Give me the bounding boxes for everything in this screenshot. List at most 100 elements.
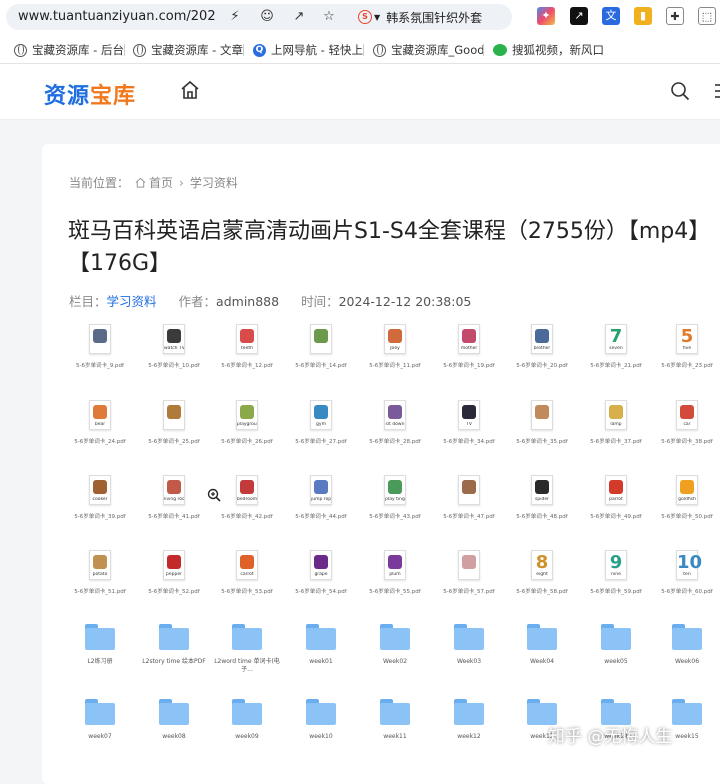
file-item[interactable]: goldfish 5-6岁单词卡_50.pdf xyxy=(650,475,720,521)
bookmarks-bar: 宝藏资源库 - 后台 宝藏资源库 - 文章 Q 上网导航 - 轻快上 宝藏资源库_… xyxy=(0,34,720,64)
folder-name: week07 xyxy=(88,733,112,740)
file-name: 5-6岁单词卡_20.pdf xyxy=(516,363,568,369)
folder-item[interactable]: week12 xyxy=(432,699,506,741)
file-item[interactable]: teeth 5-6岁单词卡_12.pdf xyxy=(210,324,284,370)
file-name: 5-6岁单词卡_27.pdf xyxy=(295,439,347,445)
folder-item[interactable]: Week06 xyxy=(650,624,720,666)
file-item[interactable]: parrot 5-6岁单词卡_49.pdf xyxy=(579,475,653,521)
file-item[interactable]: 7 seven 5-6岁单词卡_21.pdf xyxy=(579,324,653,370)
file-item[interactable]: 5-6岁单词卡_9.pdf xyxy=(63,324,137,370)
file-item[interactable]: 5-6岁单词卡_25.pdf xyxy=(137,400,211,446)
wechat-icon xyxy=(493,44,507,56)
folder-item[interactable]: week01 xyxy=(284,624,358,666)
browser-toolbar: www.tuantuanziyuan.com/202 ⚡ ☺ ↗ ☆ S ▼ 韩… xyxy=(0,0,720,34)
file-item[interactable]: bedroom 5-6岁单词卡_42.pdf xyxy=(210,475,284,521)
file-item[interactable]: mother 5-6岁单词卡_19.pdf xyxy=(432,324,506,370)
search-icon[interactable] xyxy=(670,81,690,101)
file-item[interactable]: plum 5-6岁单词卡_55.pdf xyxy=(358,550,432,596)
thumbnail-caption: parrot xyxy=(609,497,623,502)
bookmark-item[interactable]: Q 上网导航 - 轻快上 xyxy=(253,42,363,58)
time-label: 时间： xyxy=(301,294,339,309)
home-icon[interactable] xyxy=(180,80,200,100)
globe-icon xyxy=(14,43,27,57)
folder-item[interactable]: L2练习册 xyxy=(63,624,137,666)
folder-item[interactable]: week09 xyxy=(210,699,284,741)
site-logo[interactable]: 资源宝库 xyxy=(44,78,136,110)
translate-extension-icon[interactable]: 文 xyxy=(602,7,620,25)
thumbnail-picture xyxy=(314,555,328,569)
folder-item[interactable]: week10 xyxy=(284,699,358,741)
url-text[interactable]: www.tuantuanziyuan.com/202 xyxy=(18,9,218,24)
folder-item[interactable]: week07 xyxy=(63,699,137,741)
file-name: 5-6岁单词卡_35.pdf xyxy=(516,439,568,445)
folder-icon xyxy=(232,624,262,650)
folder-name: week08 xyxy=(162,733,186,740)
puzzle-extension-icon[interactable]: ✚ xyxy=(666,7,684,25)
thumbnail-caption: potato xyxy=(92,572,108,577)
file-item[interactable]: Joey 5-6岁单词卡_11.pdf xyxy=(358,324,432,370)
pdf-thumbnail xyxy=(89,324,111,354)
file-item[interactable]: brother 5-6岁单词卡_20.pdf xyxy=(505,324,579,370)
home-icon xyxy=(135,177,146,188)
download-extension-icon[interactable]: ⬚ xyxy=(698,7,716,25)
smiley-icon[interactable]: ☺ xyxy=(258,8,276,26)
file-item[interactable]: 5-6岁单词卡_14.pdf xyxy=(284,324,358,370)
file-item[interactable]: cooker 5-6岁单词卡_39.pdf xyxy=(63,475,137,521)
folder-icon xyxy=(159,699,189,725)
file-item[interactable]: 8 eight 5-6岁单词卡_58.pdf xyxy=(505,550,579,596)
star-icon[interactable]: ☆ xyxy=(320,8,338,26)
file-item[interactable]: 5-6岁单词卡_57.pdf xyxy=(432,550,506,596)
file-item[interactable]: gym 5-6岁单词卡_27.pdf xyxy=(284,400,358,446)
bookmark-item[interactable]: 搜狐视频，新风口 xyxy=(493,42,604,58)
file-item[interactable]: TV 5-6岁单词卡_34.pdf xyxy=(432,400,506,446)
file-item[interactable]: pepper 5-6岁单词卡_52.pdf xyxy=(137,550,211,596)
file-name: 5-6岁单词卡_50.pdf xyxy=(661,514,713,520)
file-item[interactable]: 5-6岁单词卡_47.pdf xyxy=(432,475,506,521)
file-name: 5-6岁单词卡_12.pdf xyxy=(221,363,273,369)
file-item[interactable]: 10 ten 5-6岁单词卡_60.pdf xyxy=(650,550,720,596)
menu-icon[interactable] xyxy=(712,81,720,101)
breadcrumb-prefix: 当前位置： xyxy=(69,176,130,190)
bookmark-item[interactable]: 宝藏资源库_Good xyxy=(373,42,485,58)
share-icon[interactable]: ↗ xyxy=(290,8,308,26)
bookmark-item[interactable]: 宝藏资源库 - 后台 xyxy=(14,42,124,58)
category-link[interactable]: 学习资料 xyxy=(107,294,157,309)
folder-item[interactable]: L2story time 绘本PDF xyxy=(137,624,211,666)
bookmark-item[interactable]: 宝藏资源库 - 文章 xyxy=(133,42,243,58)
folder-item[interactable]: Week04 xyxy=(505,624,579,666)
search-suggestion[interactable]: S ▼ 韩系氛围针织外套 xyxy=(358,7,482,27)
file-item[interactable]: play ting 5-6岁单词卡_43.pdf xyxy=(358,475,432,521)
folder-item[interactable]: week05 xyxy=(579,624,653,666)
folder-item[interactable]: week08 xyxy=(137,699,211,741)
publish-time: 2024-12-12 20:38:05 xyxy=(338,294,472,309)
pdf-thumbnail: brother xyxy=(531,324,553,354)
folder-name: L2练习册 xyxy=(87,658,113,665)
file-item[interactable]: carrot 5-6岁单词卡_53.pdf xyxy=(210,550,284,596)
folder-item[interactable]: week11 xyxy=(358,699,432,741)
file-item[interactable]: playground 5-6岁单词卡_26.pdf xyxy=(210,400,284,446)
file-item[interactable]: grape 5-6岁单词卡_54.pdf xyxy=(284,550,358,596)
file-item[interactable]: 5 five 5-6岁单词卡_23.pdf xyxy=(650,324,720,370)
file-item[interactable]: lamp 5-6岁单词卡_37.pdf xyxy=(579,400,653,446)
folder-item[interactable]: L2word time 单词卡(电子... xyxy=(210,624,284,674)
file-item[interactable]: bear 5-6岁单词卡_24.pdf xyxy=(63,400,137,446)
ai-extension-icon[interactable]: ✦ xyxy=(537,7,555,25)
chart-extension-icon[interactable]: ↗ xyxy=(570,7,588,25)
file-item[interactable]: sit down 5-6岁单词卡_28.pdf xyxy=(358,400,432,446)
lightning-icon[interactable]: ⚡ xyxy=(226,8,244,26)
file-item[interactable]: watch TV 5-6岁单词卡_10.pdf xyxy=(137,324,211,370)
folder-item[interactable]: Week03 xyxy=(432,624,506,666)
address-bar[interactable]: www.tuantuanziyuan.com/202 ⚡ ☺ ↗ ☆ S ▼ 韩… xyxy=(6,4,512,30)
file-item[interactable]: living room 5-6岁单词卡_41.pdf xyxy=(137,475,211,521)
file-item[interactable]: potato 5-6岁单词卡_51.pdf xyxy=(63,550,137,596)
file-item[interactable]: car 5-6岁单词卡_38.pdf xyxy=(650,400,720,446)
pdf-thumbnail: cooker xyxy=(89,475,111,505)
file-item[interactable]: 5-6岁单词卡_35.pdf xyxy=(505,400,579,446)
breadcrumb-home[interactable]: 首页 xyxy=(149,174,173,191)
folder-extension-icon[interactable]: ▮ xyxy=(634,7,652,25)
file-item[interactable]: 9 nine 5-6岁单词卡_59.pdf xyxy=(579,550,653,596)
file-item[interactable]: jump rope 5-6岁单词卡_44.pdf xyxy=(284,475,358,521)
file-item[interactable]: spider 5-6岁单词卡_48.pdf xyxy=(505,475,579,521)
breadcrumb-section[interactable]: 学习资料 xyxy=(190,174,238,191)
folder-item[interactable]: Week02 xyxy=(358,624,432,666)
